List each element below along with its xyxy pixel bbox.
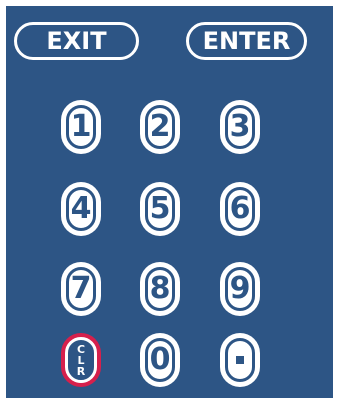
clear-letter-r: R <box>76 364 86 378</box>
clear-label: C L R <box>77 344 85 377</box>
key-8[interactable]: 8 <box>140 262 180 316</box>
enter-button[interactable]: ENTER <box>186 22 307 60</box>
key-5-face: 5 <box>145 187 175 231</box>
clear-letter-l: L <box>77 353 85 367</box>
key-5-label: 5 <box>149 191 171 226</box>
key-1[interactable]: 1 <box>61 100 101 154</box>
key-2-face: 2 <box>145 105 175 149</box>
key-8-face: 8 <box>145 267 175 311</box>
key-0[interactable]: 0 <box>140 333 180 387</box>
exit-button[interactable]: EXIT <box>14 22 139 60</box>
key-1-label: 1 <box>70 109 92 144</box>
decimal-point-face <box>225 338 255 382</box>
clear-button[interactable]: C L R <box>61 333 101 387</box>
key-4[interactable]: 4 <box>61 182 101 236</box>
key-2-label: 2 <box>149 109 171 144</box>
key-9-label: 9 <box>229 271 251 306</box>
key-9-face: 9 <box>225 267 255 311</box>
decimal-point-icon <box>236 356 244 364</box>
key-4-face: 4 <box>66 187 96 231</box>
key-0-label: 0 <box>149 342 171 377</box>
key-9[interactable]: 9 <box>220 262 260 316</box>
key-4-label: 4 <box>70 191 92 226</box>
key-6-label: 6 <box>229 191 251 226</box>
key-2[interactable]: 2 <box>140 100 180 154</box>
key-8-label: 8 <box>149 271 171 306</box>
decimal-point-button[interactable] <box>220 333 260 387</box>
key-5[interactable]: 5 <box>140 182 180 236</box>
key-1-face: 1 <box>66 105 96 149</box>
key-6[interactable]: 6 <box>220 182 260 236</box>
key-3-face: 3 <box>225 105 255 149</box>
key-7-label: 7 <box>70 271 92 306</box>
key-3-label: 3 <box>229 109 251 144</box>
clear-button-face: C L R <box>65 337 97 383</box>
key-0-face: 0 <box>145 338 175 382</box>
key-3[interactable]: 3 <box>220 100 260 154</box>
key-7[interactable]: 7 <box>61 262 101 316</box>
clear-letter-c: C <box>76 342 86 356</box>
key-7-face: 7 <box>66 267 96 311</box>
key-6-face: 6 <box>225 187 255 231</box>
